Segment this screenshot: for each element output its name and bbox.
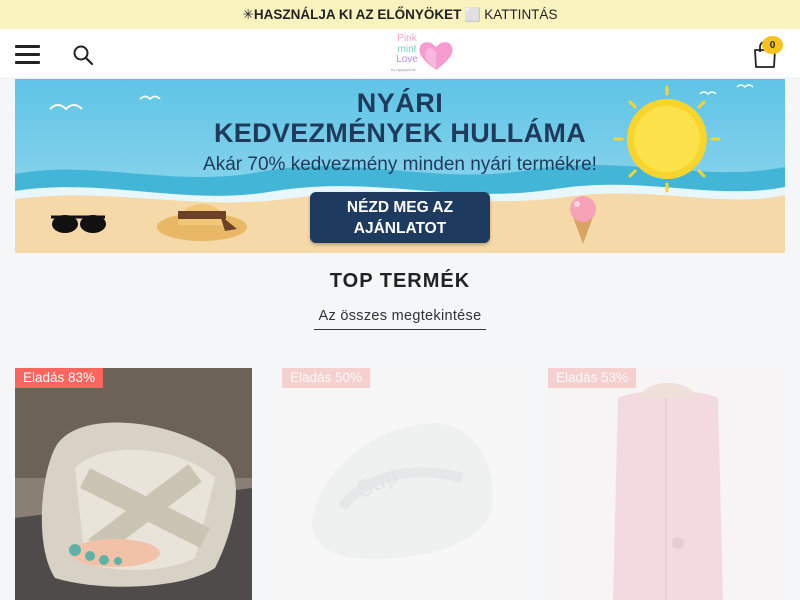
view-all-link[interactable]: Az összes megtekintése <box>314 308 486 330</box>
cart-count-badge: 0 <box>762 36 783 54</box>
sale-badge: Eladás 50% <box>282 368 371 388</box>
menu-icon[interactable] <box>15 45 40 64</box>
product-card[interactable]: Eladás 50% Sup <box>282 368 519 600</box>
announcement-link[interactable]: KATTINTÁS <box>484 7 557 22</box>
sale-badge: Eladás 83% <box>15 368 104 388</box>
search-icon[interactable] <box>72 44 96 66</box>
banner-subtitle: Akár 70% kedvezmény minden nyári termékr… <box>203 154 597 175</box>
view-offer-button[interactable]: NÉZD MEG AZ AJÁNLATOT <box>310 192 490 243</box>
cta-line2: AJÁNLATOT <box>353 220 447 237</box>
logo-byline: by nippyprints <box>391 67 416 72</box>
sale-badge: Eladás 53% <box>548 368 637 388</box>
announcement-text: ✳HASZNÁLJA KI AZ ELŐNYÖKET <box>242 6 462 22</box>
cta-line1: NÉZD MEG AZ <box>346 199 454 216</box>
product-image-sneakers: Sup <box>282 368 519 600</box>
heart-icon <box>419 42 453 70</box>
product-card[interactable]: Eladás 83% <box>15 368 252 600</box>
section-title: TOP TERMÉK <box>329 270 471 292</box>
banner-title-line2: KEDVEZMÉNYEK HULLÁMA <box>213 118 586 148</box>
cart-button[interactable]: 0 <box>750 36 783 69</box>
announcement-separator: ⬜ <box>464 6 482 22</box>
site-header: Pink mint Love by nippyprints 0 <box>0 29 800 79</box>
banner-title-line1: NYÁRI <box>356 88 444 118</box>
product-card[interactable]: Eladás 53% <box>548 368 785 600</box>
summer-sale-banner[interactable]: NYÁRI KEDVEZMÉNYEK HULLÁMA Akár 70% kedv… <box>15 79 785 253</box>
product-image-tracksuit <box>548 368 785 600</box>
product-image-sandal <box>15 368 252 600</box>
announcement-bar[interactable]: ✳HASZNÁLJA KI AZ ELŐNYÖKET ⬜ KATTINTÁS <box>0 0 800 29</box>
site-logo[interactable]: Pink mint Love by nippyprints <box>388 33 460 74</box>
